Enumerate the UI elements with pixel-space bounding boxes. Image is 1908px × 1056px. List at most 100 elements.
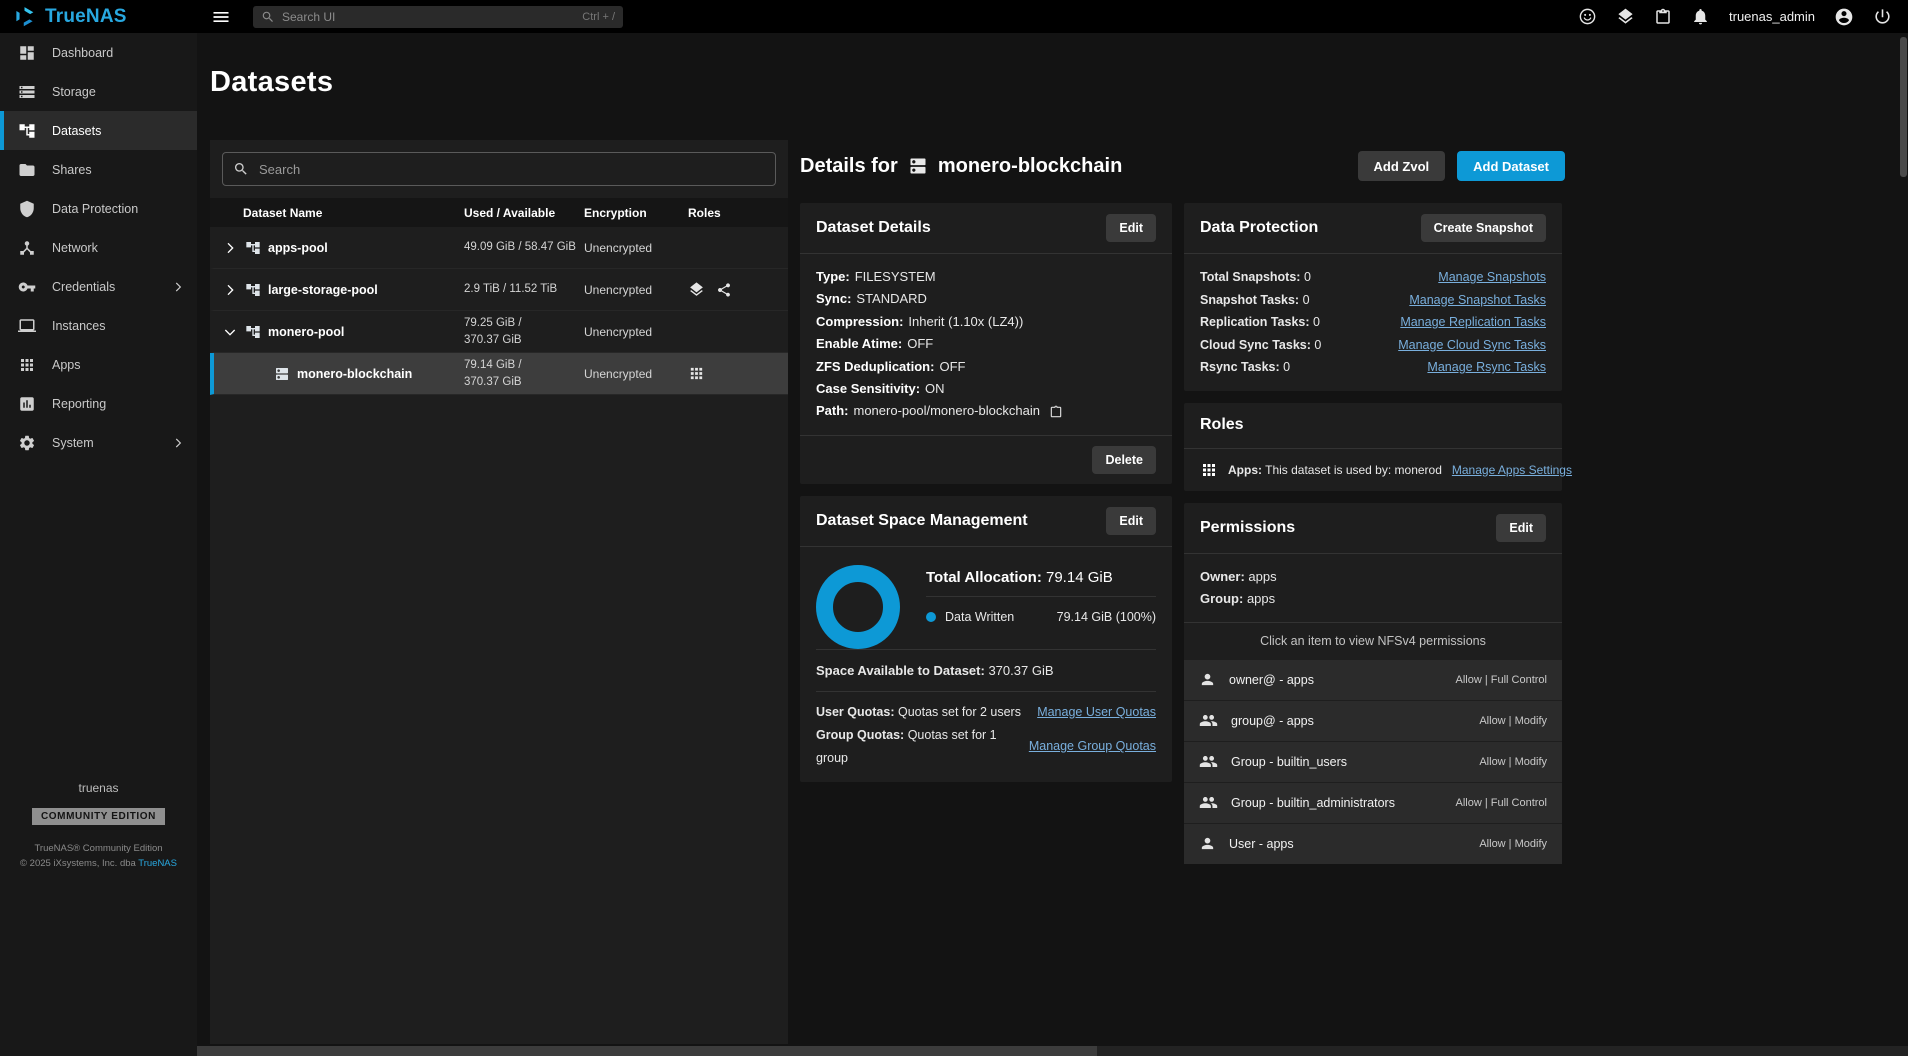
sidebar-item-label: Reporting — [52, 397, 106, 411]
vertical-scrollbar[interactable] — [1900, 37, 1907, 177]
global-search[interactable]: Ctrl + / — [253, 6, 623, 28]
user-account-icon[interactable] — [1834, 7, 1854, 27]
used-available-value: 79.14 GiB / 370.37 GiB — [464, 357, 584, 389]
group-value: apps — [1247, 591, 1275, 606]
dataset-name-cell: monero-blockchain — [214, 366, 464, 382]
manage-snapshots-link[interactable]: Manage Snapshots — [1438, 266, 1546, 289]
horizontal-scrollbar[interactable] — [197, 1046, 1908, 1056]
edit-space-button[interactable]: Edit — [1106, 507, 1156, 535]
key-icon — [18, 278, 36, 296]
column-encryption: Encryption — [584, 206, 688, 220]
detail-row-type: Type:FILESYSTEM — [816, 266, 1156, 288]
truecommand-layers-icon[interactable] — [1616, 7, 1635, 26]
sidebar-item-instances[interactable]: Instances — [0, 306, 197, 345]
column-used-available: Used / Available — [464, 206, 584, 220]
dataset-search-input[interactable] — [259, 162, 765, 177]
horizontal-scrollbar-thumb[interactable] — [197, 1046, 1097, 1056]
power-icon[interactable] — [1873, 7, 1892, 26]
detail-row-atime: Enable Atime:OFF — [816, 333, 1156, 355]
jobs-clipboard-icon[interactable] — [1654, 8, 1672, 26]
column-dataset-name: Dataset Name — [214, 206, 464, 220]
sidebar-item-datasets[interactable]: Datasets — [0, 111, 197, 150]
card-title: Roles — [1200, 416, 1244, 434]
storage-icon — [18, 83, 36, 101]
roles-apps-value: This dataset is used by: monerod — [1265, 463, 1442, 477]
permission-item-group-at[interactable]: group@ - apps Allow | Modify — [1184, 701, 1562, 741]
space-available-label: Space Available to Dataset: — [816, 663, 985, 678]
permission-item-user-apps[interactable]: User - apps Allow | Modify — [1184, 824, 1562, 864]
group-quotas-label: Group Quotas: — [816, 728, 904, 742]
dataset-name: monero-pool — [268, 325, 344, 339]
table-row-large-storage-pool[interactable]: large-storage-pool 2.9 TiB / 11.52 TiB U… — [210, 269, 788, 311]
permission-item-owner[interactable]: owner@ - apps Allow | Full Control — [1184, 660, 1562, 700]
add-dataset-button[interactable]: Add Dataset — [1457, 151, 1565, 181]
user-quotas-value: Quotas set for 2 users — [898, 705, 1021, 719]
dataset-name-cell: monero-pool — [214, 324, 464, 340]
table-row-apps-pool[interactable]: apps-pool 49.09 GiB / 58.47 GiB Unencryp… — [210, 227, 788, 269]
encryption-value: Unencrypted — [584, 283, 688, 297]
group-quotas-row: Group Quotas: Quotas set for 1 group Man… — [816, 724, 1156, 770]
table-row-monero-blockchain[interactable]: monero-blockchain 79.14 GiB / 370.37 GiB… — [210, 353, 788, 395]
sidebar-item-dashboard[interactable]: Dashboard — [0, 33, 197, 72]
hamburger-menu-icon[interactable] — [211, 7, 231, 27]
permission-level: Allow | Full Control — [1456, 797, 1548, 809]
pool-tree-icon — [245, 324, 261, 340]
detail-value: ON — [925, 378, 945, 400]
edit-permissions-button[interactable]: Edit — [1496, 514, 1546, 542]
sidebar-item-storage[interactable]: Storage — [0, 72, 197, 111]
detail-row-case: Case Sensitivity:ON — [816, 378, 1156, 400]
truenas-logo[interactable]: TrueNAS — [0, 4, 197, 29]
manage-apps-settings-link[interactable]: Manage Apps Settings — [1452, 463, 1572, 477]
sidebar-item-network[interactable]: Network — [0, 228, 197, 267]
manage-user-quotas-link[interactable]: Manage User Quotas — [1037, 701, 1156, 724]
permission-level: Allow | Modify — [1479, 756, 1547, 768]
manage-replication-tasks-link[interactable]: Manage Replication Tasks — [1400, 311, 1546, 334]
table-row-monero-pool[interactable]: monero-pool 79.25 GiB / 370.37 GiB Unenc… — [210, 311, 788, 353]
chevron-right-icon[interactable] — [222, 282, 238, 298]
dataset-name: large-storage-pool — [268, 283, 378, 297]
people-icon — [1199, 752, 1218, 771]
edit-dataset-details-button[interactable]: Edit — [1106, 214, 1156, 242]
topbar-actions: truenas_admin — [1578, 7, 1908, 27]
detail-label: Type: — [816, 266, 850, 288]
feedback-smiley-icon[interactable] — [1578, 7, 1597, 26]
owner-value: apps — [1248, 569, 1276, 584]
dp-value: 0 — [1304, 270, 1311, 284]
sidebar-item-apps[interactable]: Apps — [0, 345, 197, 384]
permission-item-builtin-users[interactable]: Group - builtin_users Allow | Modify — [1184, 742, 1562, 782]
chevron-right-icon[interactable] — [222, 240, 238, 256]
permission-item-builtin-administrators[interactable]: Group - builtin_administrators Allow | F… — [1184, 783, 1562, 823]
sidebar-item-label: Instances — [52, 319, 106, 333]
manage-group-quotas-link[interactable]: Manage Group Quotas — [1029, 735, 1156, 758]
copy-path-icon[interactable] — [1049, 405, 1063, 419]
sidebar-item-shares[interactable]: Shares — [0, 150, 197, 189]
manage-cloud-sync-tasks-link[interactable]: Manage Cloud Sync Tasks — [1398, 334, 1546, 357]
sidebar-item-credentials[interactable]: Credentials — [0, 267, 197, 306]
sidebar-item-system[interactable]: System — [0, 423, 197, 462]
sidebar-item-reporting[interactable]: Reporting — [0, 384, 197, 423]
permission-level: Allow | Modify — [1479, 838, 1547, 850]
global-search-input[interactable] — [282, 10, 575, 24]
dataset-details-card: Dataset Details Edit Type:FILESYSTEM Syn… — [800, 203, 1172, 484]
truenas-footer-link[interactable]: TrueNAS — [138, 858, 177, 869]
delete-dataset-button[interactable]: Delete — [1092, 446, 1156, 474]
create-snapshot-button[interactable]: Create Snapshot — [1421, 214, 1546, 242]
reporting-chart-icon — [18, 395, 36, 413]
dataset-name: monero-blockchain — [297, 367, 412, 381]
chevron-down-icon[interactable] — [222, 324, 238, 340]
sidebar-item-data-protection[interactable]: Data Protection — [0, 189, 197, 228]
dp-value: 0 — [1313, 315, 1320, 329]
detail-value: OFF — [907, 333, 933, 355]
alerts-bell-icon[interactable] — [1691, 7, 1710, 26]
dataset-search[interactable] — [222, 152, 776, 186]
card-title: Data Protection — [1200, 219, 1318, 237]
roles-card: Roles Apps: This dataset is used by: mon… — [1184, 403, 1562, 491]
dp-row-snapshot-tasks: Snapshot Tasks: 0 Manage Snapshot Tasks — [1200, 289, 1546, 312]
card-title: Permissions — [1200, 519, 1295, 537]
roles-cell — [688, 281, 788, 298]
details-title-prefix: Details for — [800, 155, 898, 178]
legend-value: 79.14 GiB (100%) — [1057, 610, 1156, 624]
manage-rsync-tasks-link[interactable]: Manage Rsync Tasks — [1427, 356, 1546, 379]
add-zvol-button[interactable]: Add Zvol — [1358, 151, 1446, 181]
manage-snapshot-tasks-link[interactable]: Manage Snapshot Tasks — [1409, 289, 1546, 312]
